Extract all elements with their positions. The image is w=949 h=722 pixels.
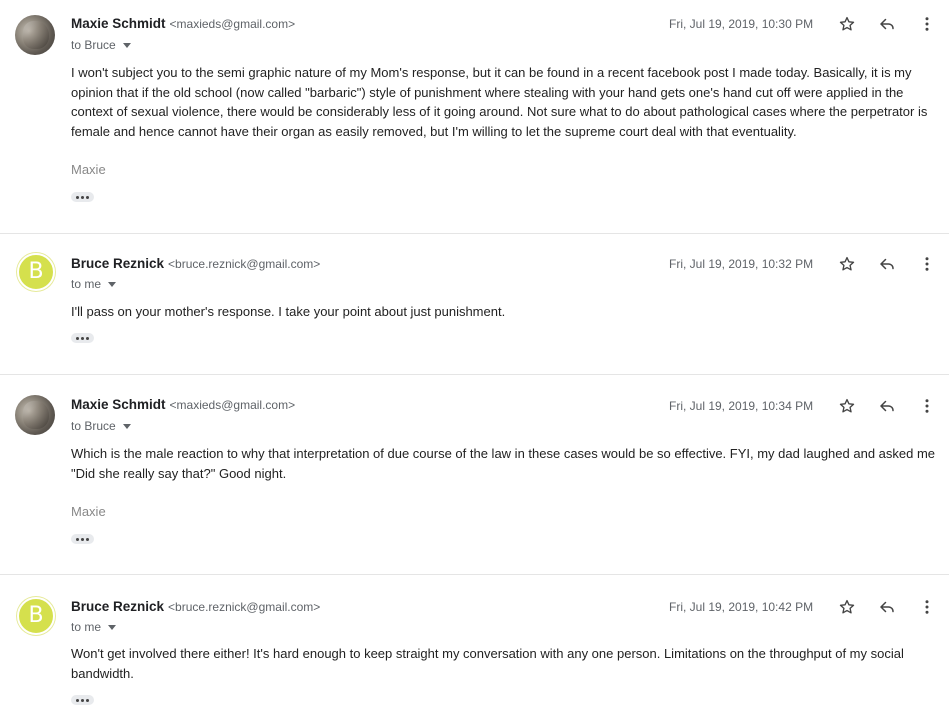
chevron-down-icon[interactable] [122,423,131,429]
message-2: B Bruce Reznick <bruce.reznick@gmail.com… [0,234,949,375]
reply-icon[interactable] [877,396,897,416]
message-4: B Bruce Reznick <bruce.reznick@gmail.com… [0,575,949,722]
sender-name[interactable]: Bruce Reznick [71,599,164,614]
more-vert-icon[interactable] [917,14,937,34]
more-vert-icon[interactable] [917,254,937,274]
sender-avatar[interactable]: B [17,597,55,635]
reply-icon[interactable] [877,14,897,34]
sender-email: <bruce.reznick@gmail.com> [168,257,321,271]
reply-icon[interactable] [877,254,897,274]
star-icon[interactable] [837,396,857,416]
recipients-line[interactable]: to me [71,277,117,291]
message-date: Fri, Jul 19, 2019, 10:34 PM [669,399,814,413]
sender-avatar[interactable] [15,395,55,435]
message-body: I'll pass on your mother's response. I t… [71,304,506,319]
star-icon[interactable] [837,597,857,617]
star-icon[interactable] [837,254,857,274]
chevron-down-icon[interactable] [108,624,117,630]
sender-name[interactable]: Maxie Schmidt [71,16,166,31]
message-date: Fri, Jul 19, 2019, 10:30 PM [669,17,814,31]
sender-avatar[interactable] [15,15,55,55]
recipients-line[interactable]: to Bruce [71,38,131,52]
sender-name[interactable]: Maxie Schmidt [71,397,166,412]
message-header: Maxie Schmidt <maxieds@gmail.com> [71,16,949,36]
message-body: Which is the male reaction to why that i… [71,446,936,481]
avatar-letter: B [28,603,44,628]
message-header: Bruce Reznick <bruce.reznick@gmail.com> [71,256,949,276]
email-thread: Maxie Schmidt <maxieds@gmail.com> to Bru… [0,0,949,722]
message-3: Maxie Schmidt <maxieds@gmail.com> to Bru… [0,375,949,575]
message-date: Fri, Jul 19, 2019, 10:42 PM [669,600,814,614]
show-trimmed-content-icon[interactable] [71,333,94,343]
message-body: Won't get involved there either! It's ha… [71,646,904,681]
sender-email: <maxieds@gmail.com> [169,398,296,412]
sender-email: <bruce.reznick@gmail.com> [168,600,321,614]
more-vert-icon[interactable] [917,396,937,416]
sender-name[interactable]: Bruce Reznick [71,256,164,271]
avatar-letter: B [28,259,44,284]
show-trimmed-content-icon[interactable] [71,695,94,705]
recipients-label: to Bruce [71,38,116,52]
reply-icon[interactable] [877,597,897,617]
sender-email: <maxieds@gmail.com> [169,17,296,31]
signature: Maxie [71,162,106,177]
signature: Maxie [71,504,106,519]
chevron-down-icon[interactable] [122,42,131,48]
show-trimmed-content-icon[interactable] [71,534,94,544]
message-date: Fri, Jul 19, 2019, 10:32 PM [669,257,814,271]
recipients-label: to Bruce [71,419,116,433]
star-icon[interactable] [837,14,857,34]
message-1: Maxie Schmidt <maxieds@gmail.com> to Bru… [0,0,949,234]
sender-avatar[interactable]: B [17,253,55,291]
recipients-label: to me [71,277,102,291]
chevron-down-icon[interactable] [108,281,117,287]
message-header: Bruce Reznick <bruce.reznick@gmail.com> [71,599,949,619]
message-body: I won't subject you to the semi graphic … [71,65,928,139]
recipients-label: to me [71,620,102,634]
message-header: Maxie Schmidt <maxieds@gmail.com> [71,397,949,417]
show-trimmed-content-icon[interactable] [71,192,94,202]
recipients-line[interactable]: to me [71,620,117,634]
more-vert-icon[interactable] [917,597,937,617]
recipients-line[interactable]: to Bruce [71,419,131,433]
